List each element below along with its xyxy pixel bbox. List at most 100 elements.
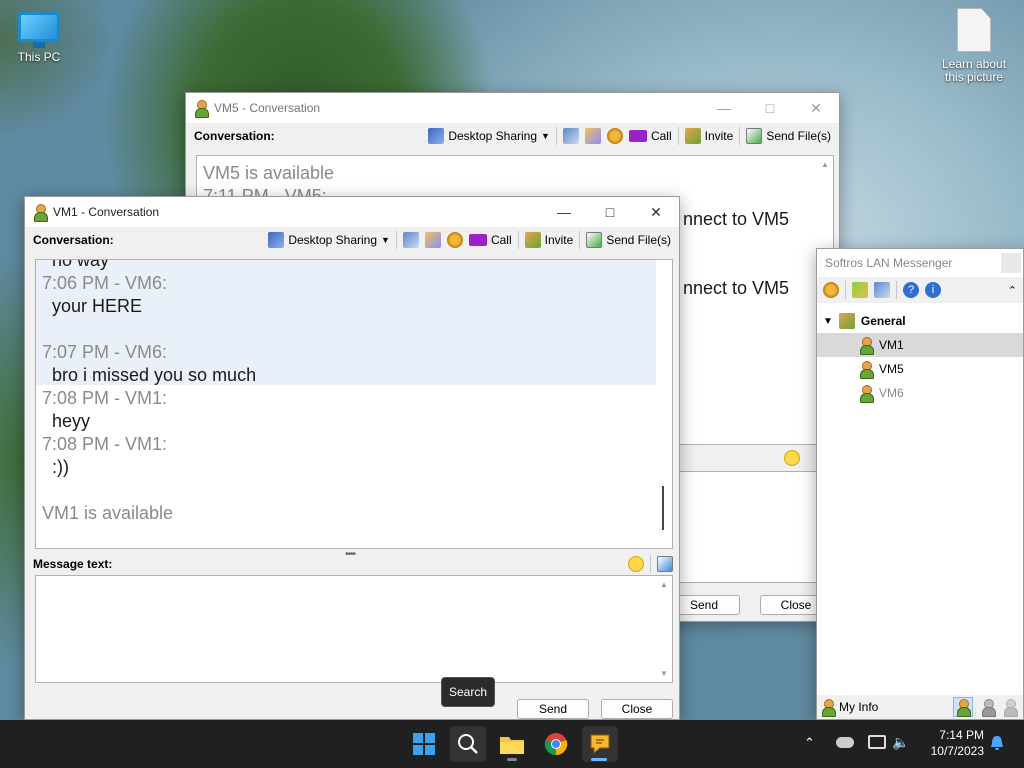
emoji-icon[interactable] — [628, 556, 644, 572]
invite-label: Invite — [544, 233, 574, 247]
clock[interactable]: 7:14 PM 10/7/2023 — [918, 727, 984, 759]
contact-name: VM6 — [879, 386, 904, 400]
document-icon — [957, 8, 991, 52]
vm1-toolbar: Conversation: Desktop Sharing ▼ Call Invi… — [25, 227, 679, 253]
message-body: nnect to VM5 — [683, 209, 790, 229]
send-files-button[interactable]: Send File(s) — [586, 232, 671, 248]
send-files-label: Send File(s) — [606, 233, 671, 247]
chevron-down-icon: ▼ — [541, 131, 550, 141]
settings-icon[interactable] — [446, 232, 463, 248]
start-button[interactable] — [406, 726, 442, 762]
call-label: Call — [490, 233, 512, 247]
message-body: nnect to VM5 — [683, 278, 790, 298]
maximize-button[interactable]: □ — [747, 93, 793, 123]
onedrive-icon[interactable] — [836, 737, 854, 748]
settings-icon[interactable] — [823, 282, 839, 298]
scroll-down-icon: ▼ — [660, 669, 668, 678]
send-button[interactable]: Send — [517, 699, 589, 719]
volume-icon[interactable]: 🔈 — [892, 734, 909, 751]
notification-bell-icon[interactable] — [990, 735, 1004, 754]
contacts-icon[interactable] — [584, 128, 601, 144]
minimize-button[interactable]: — — [541, 197, 587, 227]
group-general[interactable]: ▼ General — [817, 309, 1023, 333]
desktop-icon-this-pc[interactable]: This PC — [4, 12, 74, 64]
maximize-button[interactable]: □ — [587, 197, 633, 227]
file-explorer-button[interactable] — [494, 726, 530, 762]
history-icon[interactable] — [562, 128, 579, 144]
messenger-titlebar[interactable]: Softros LAN Messenger — [817, 249, 1023, 277]
separator — [395, 231, 397, 249]
vm1-titlebar[interactable]: VM1 - Conversation — □ ✕ — [25, 197, 679, 227]
vm1-transcript[interactable]: no way 7:06 PM - VM6: your HERE 7:07 PM … — [35, 259, 673, 549]
network-icon[interactable] — [868, 735, 886, 749]
monitor-icon — [18, 12, 60, 48]
send-file-icon — [746, 128, 763, 144]
desktop-sharing-button[interactable]: Desktop Sharing ▼ — [268, 232, 390, 248]
message-header: 7:06 PM - VM6: — [42, 273, 168, 293]
info-icon[interactable]: i — [925, 282, 941, 298]
invite-button[interactable]: Invite — [684, 128, 734, 144]
desktop-sharing-button[interactable]: Desktop Sharing ▼ — [428, 128, 550, 144]
lan-messenger-button[interactable] — [582, 726, 618, 762]
user-icon — [194, 100, 209, 118]
call-button[interactable]: Call — [628, 129, 672, 143]
close-button[interactable] — [1001, 253, 1021, 273]
bell-icon — [991, 736, 1003, 750]
search-tooltip: Search — [441, 677, 495, 707]
invite-icon — [524, 232, 541, 248]
contacts-icon[interactable] — [424, 232, 441, 248]
messenger-window: Softros LAN Messenger ? i ⌃ ▼ General VM… — [816, 248, 1024, 720]
user-icon — [859, 385, 874, 403]
close-button[interactable]: ✕ — [793, 93, 839, 123]
vm5-titlebar[interactable]: VM5 - Conversation — □ ✕ — [186, 93, 839, 123]
call-label: Call — [650, 129, 672, 143]
close-button[interactable]: Close — [601, 699, 673, 719]
call-button[interactable]: Call — [468, 233, 512, 247]
chrome-icon — [544, 733, 568, 756]
tray-overflow-icon[interactable]: ⌃ — [804, 735, 815, 751]
emoji-icon[interactable] — [784, 450, 800, 466]
scroll-up-icon: ▲ — [821, 160, 829, 169]
history-icon[interactable] — [402, 232, 419, 248]
contact-vm5[interactable]: VM5 — [817, 357, 1023, 381]
my-info-button[interactable]: My Info — [839, 700, 878, 714]
search-button[interactable] — [450, 726, 486, 762]
send-files-button[interactable]: Send File(s) — [746, 128, 831, 144]
status-available-button[interactable] — [953, 697, 973, 717]
message-input[interactable]: ▲ ▼ — [35, 575, 673, 683]
scrollbar-thumb[interactable] — [662, 486, 664, 530]
status-away-icon[interactable] — [981, 699, 996, 717]
conversation-label: Conversation: — [33, 233, 114, 247]
group-label: General — [860, 314, 906, 328]
chevron-up-icon[interactable]: ⌃ — [1008, 284, 1017, 297]
separator — [555, 127, 557, 145]
close-button[interactable]: ✕ — [633, 197, 679, 227]
history-icon[interactable] — [874, 282, 890, 298]
chrome-button[interactable] — [538, 726, 574, 762]
video-camera-icon — [628, 130, 647, 142]
folder-icon[interactable] — [852, 282, 868, 298]
settings-icon[interactable] — [606, 128, 623, 144]
desktop-icon-learn-picture[interactable]: Learn about this picture — [938, 8, 1010, 84]
format-text-icon[interactable] — [657, 556, 673, 572]
minimize-button[interactable]: — — [701, 93, 747, 123]
contact-vm1[interactable]: VM1 — [817, 333, 1023, 357]
scrollbar[interactable]: ▲ ▼ — [656, 576, 672, 682]
message-body: :)) — [52, 457, 69, 477]
status-offline-icon[interactable] — [1003, 699, 1018, 717]
desktop-icon-label: Learn about this picture — [941, 57, 1007, 84]
message-text-bar: Message text: — [33, 553, 673, 575]
vm5-toolbar: Conversation: Desktop Sharing ▼ Call Invi… — [186, 123, 839, 149]
message-body: your HERE — [52, 296, 143, 316]
chevron-down-icon: ▼ — [823, 315, 833, 327]
invite-icon — [684, 128, 701, 144]
contact-vm6[interactable]: VM6 — [817, 381, 1023, 405]
separator — [517, 231, 519, 249]
invite-label: Invite — [704, 129, 734, 143]
scroll-up-icon: ▲ — [660, 580, 668, 589]
help-icon[interactable]: ? — [903, 282, 919, 298]
invite-button[interactable]: Invite — [524, 232, 574, 248]
message-body: no way — [52, 259, 110, 270]
separator — [677, 127, 679, 145]
message-body: heyy — [52, 411, 91, 431]
